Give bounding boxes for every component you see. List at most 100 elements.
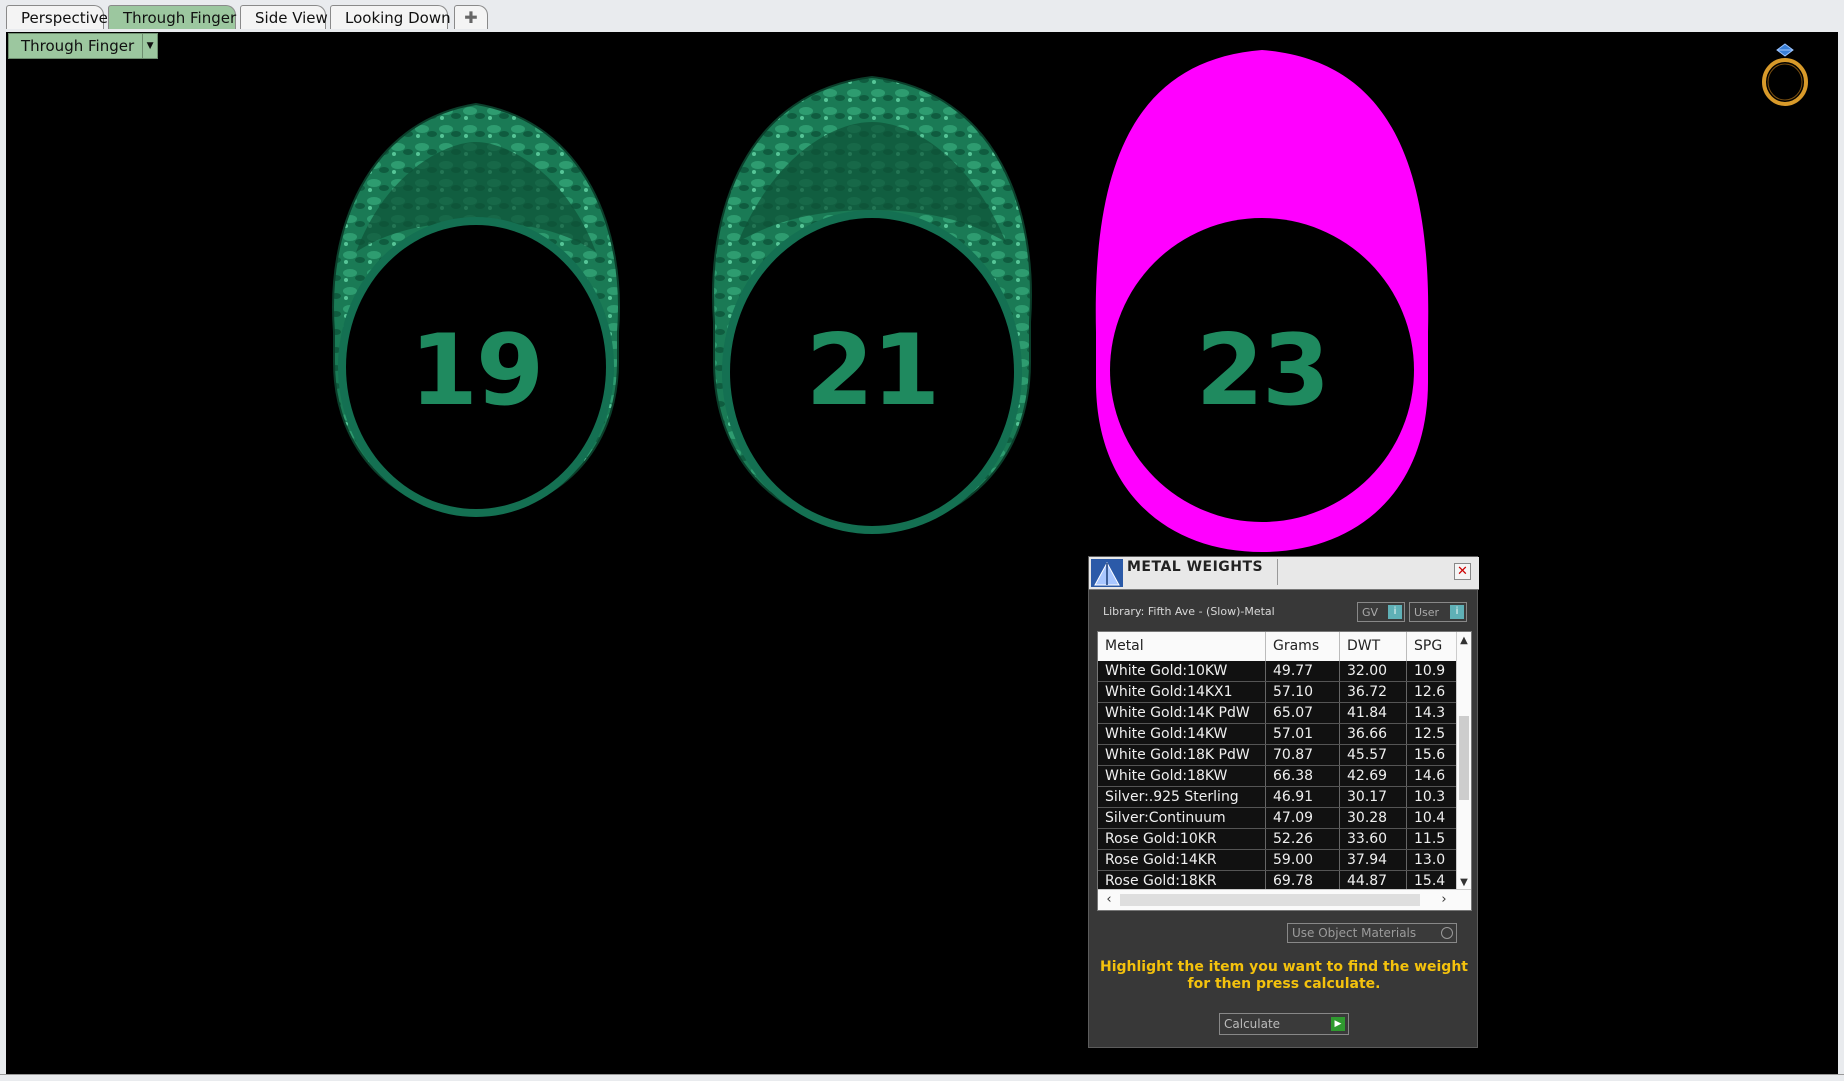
table-cell: 42.69 bbox=[1340, 766, 1407, 786]
table-cell: 52.26 bbox=[1266, 829, 1340, 849]
horizontal-scrollbar[interactable]: ‹ › bbox=[1098, 889, 1471, 910]
column-header-spg[interactable]: SPG bbox=[1407, 632, 1458, 661]
ring-size-19[interactable] bbox=[332, 102, 620, 517]
plus-icon: ✚ bbox=[464, 8, 478, 27]
use-object-materials-option[interactable]: Use Object Materials bbox=[1287, 923, 1457, 943]
table-cell: White Gold:14KW bbox=[1098, 724, 1266, 744]
chevron-right-icon[interactable]: › bbox=[1435, 890, 1453, 910]
user-label: User bbox=[1414, 606, 1440, 619]
table-body: White Gold:10KW 49.77 32.00 10.9 White Gold:… bbox=[1098, 661, 1458, 892]
play-icon: ▶ bbox=[1331, 1017, 1345, 1031]
tab-through-finger[interactable]: Through Finger bbox=[108, 5, 236, 29]
table-cell: 37.94 bbox=[1340, 850, 1407, 870]
table-cell: 33.60 bbox=[1340, 829, 1407, 849]
ring-size-label: 19 bbox=[409, 314, 544, 428]
view-selector-dropdown[interactable]: Through Finger ▼ bbox=[8, 33, 159, 59]
table-cell: 11.5 bbox=[1407, 829, 1458, 849]
calculate-label: Calculate bbox=[1224, 1017, 1281, 1031]
close-icon: ✕ bbox=[1457, 564, 1468, 579]
table-cell: 32.00 bbox=[1340, 661, 1407, 681]
table-header: Metal Grams DWT SPG bbox=[1098, 632, 1458, 661]
table-cell: Silver:.925 Sterling bbox=[1098, 787, 1266, 807]
table-row[interactable]: White Gold:18KW 66.38 42.69 14.6 bbox=[1098, 766, 1458, 787]
table-cell: 41.84 bbox=[1340, 703, 1407, 723]
table-cell: White Gold:10KW bbox=[1098, 661, 1266, 681]
calculate-button[interactable]: Calculate ▶ bbox=[1219, 1013, 1349, 1035]
table-cell: 47.09 bbox=[1266, 808, 1340, 828]
table-cell: White Gold:18KW bbox=[1098, 766, 1266, 786]
tab-label: Perspective bbox=[21, 9, 108, 27]
table-cell: Rose Gold:14KR bbox=[1098, 850, 1266, 870]
vertical-scrollbar[interactable]: ▲ ▼ bbox=[1456, 632, 1471, 892]
table-cell: 10.3 bbox=[1407, 787, 1458, 807]
ring-size-label: 23 bbox=[1195, 314, 1330, 428]
table-row[interactable]: White Gold:10KW 49.77 32.00 10.9 bbox=[1098, 661, 1458, 682]
column-header-grams[interactable]: Grams bbox=[1266, 632, 1340, 661]
table-cell: 44.87 bbox=[1340, 871, 1407, 891]
close-button[interactable]: ✕ bbox=[1454, 563, 1471, 580]
3d-viewport[interactable]: 19 21 23 Through Finger ▼ bbox=[6, 32, 1838, 1074]
tab-side-view[interactable]: Side View bbox=[240, 5, 328, 29]
column-header-dwt[interactable]: DWT bbox=[1340, 632, 1407, 661]
table-cell: 65.07 bbox=[1266, 703, 1340, 723]
table-cell: 69.78 bbox=[1266, 871, 1340, 891]
chevron-down-icon[interactable]: ▼ bbox=[1457, 876, 1471, 890]
chevron-left-icon[interactable]: ‹ bbox=[1100, 890, 1118, 910]
tab-label: Side View bbox=[255, 9, 328, 27]
table-cell: 30.17 bbox=[1340, 787, 1407, 807]
panel-title: METAL WEIGHTS bbox=[1127, 559, 1264, 575]
use-object-materials-label: Use Object Materials bbox=[1292, 926, 1417, 940]
table-cell: Rose Gold:10KR bbox=[1098, 829, 1266, 849]
chevron-up-icon[interactable]: ▲ bbox=[1457, 634, 1471, 648]
add-tab-button[interactable]: ✚ bbox=[454, 5, 488, 29]
scroll-thumb[interactable] bbox=[1459, 716, 1469, 800]
info-icon: i bbox=[1450, 605, 1464, 619]
table-cell: 14.6 bbox=[1407, 766, 1458, 786]
tab-perspective[interactable]: Perspective bbox=[6, 5, 108, 29]
table-cell: 66.38 bbox=[1266, 766, 1340, 786]
table-row[interactable]: White Gold:14K PdW 65.07 41.84 14.3 bbox=[1098, 703, 1458, 724]
table-row[interactable]: White Gold:14KX1 57.10 36.72 12.6 bbox=[1098, 682, 1458, 703]
table-row[interactable]: Rose Gold:10KR 52.26 33.60 11.5 bbox=[1098, 829, 1458, 850]
table-cell: 49.77 bbox=[1266, 661, 1340, 681]
table-cell: 57.01 bbox=[1266, 724, 1340, 744]
tab-label: Through Finger bbox=[123, 9, 237, 27]
ring-size-label: 21 bbox=[805, 314, 940, 428]
table-cell: White Gold:14KX1 bbox=[1098, 682, 1266, 702]
table-cell: 36.66 bbox=[1340, 724, 1407, 744]
ring-icon[interactable] bbox=[1756, 42, 1814, 110]
scale-icon bbox=[1091, 559, 1123, 587]
table-row[interactable]: Rose Gold:14KR 59.00 37.94 13.0 bbox=[1098, 850, 1458, 871]
table-cell: 15.6 bbox=[1407, 745, 1458, 765]
table-cell: 59.00 bbox=[1266, 850, 1340, 870]
table-row[interactable]: White Gold:18K PdW 70.87 45.57 15.6 bbox=[1098, 745, 1458, 766]
ring-size-21[interactable] bbox=[712, 75, 1032, 534]
panel-title-bar[interactable]: METAL WEIGHTS ✕ bbox=[1089, 557, 1479, 590]
chevron-down-icon[interactable]: ▼ bbox=[142, 34, 157, 58]
table-cell: 12.5 bbox=[1407, 724, 1458, 744]
table-cell: 13.0 bbox=[1407, 850, 1458, 870]
table-cell: 10.9 bbox=[1407, 661, 1458, 681]
column-header-metal[interactable]: Metal bbox=[1098, 632, 1266, 661]
tab-looking-down[interactable]: Looking Down bbox=[330, 5, 451, 29]
gv-label: GV bbox=[1362, 606, 1379, 619]
radio-button[interactable] bbox=[1441, 927, 1453, 939]
table-cell: 10.4 bbox=[1407, 808, 1458, 828]
table-row[interactable]: White Gold:14KW 57.01 36.66 12.5 bbox=[1098, 724, 1458, 745]
table-cell: 46.91 bbox=[1266, 787, 1340, 807]
gv-toggle[interactable]: GV i bbox=[1357, 602, 1405, 622]
table-cell: 45.57 bbox=[1340, 745, 1407, 765]
user-toggle[interactable]: User i bbox=[1409, 602, 1467, 622]
table-cell: 36.72 bbox=[1340, 682, 1407, 702]
viewport-tab-bar: Perspective Through Finger Side View Loo… bbox=[0, 0, 1844, 32]
table-row[interactable]: Silver:Continuum 47.09 30.28 10.4 bbox=[1098, 808, 1458, 829]
table-cell: Rose Gold:18KR bbox=[1098, 871, 1266, 891]
table-cell: 30.28 bbox=[1340, 808, 1407, 828]
table-cell: White Gold:18K PdW bbox=[1098, 745, 1266, 765]
title-divider bbox=[1277, 559, 1278, 585]
ring-size-23-selected[interactable] bbox=[1095, 50, 1429, 552]
table-cell: White Gold:14K PdW bbox=[1098, 703, 1266, 723]
table-cell: 12.6 bbox=[1407, 682, 1458, 702]
scroll-thumb[interactable] bbox=[1120, 894, 1420, 906]
table-row[interactable]: Silver:.925 Sterling 46.91 30.17 10.3 bbox=[1098, 787, 1458, 808]
